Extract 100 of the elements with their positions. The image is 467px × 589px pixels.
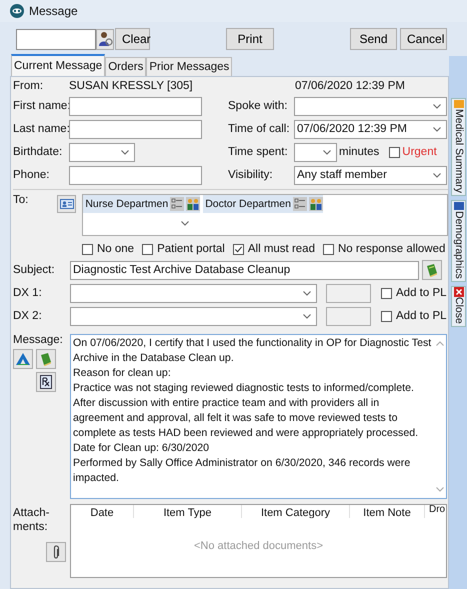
book-icon [425,263,439,277]
checkbox[interactable] [232,244,244,254]
dx-label: DX 2: [13,310,43,322]
chevron-down-icon [433,172,441,178]
prescription-button[interactable] [36,372,56,392]
triangle-icon [16,353,30,365]
dx-label: DX 1: [13,287,43,299]
chevron-down-icon [323,150,331,154]
checkbox[interactable] [322,244,334,254]
field-label: Time spent: [228,146,289,158]
people-icon[interactable] [186,197,200,211]
chevron-down-icon [181,221,190,226]
checkbox-label: Patient portal [157,243,225,255]
lookup-field[interactable] [16,28,96,50]
from-label: From: [13,80,44,92]
checkbox-label: All must read [248,243,315,255]
recipient-name: Nurse Departmen [84,198,168,210]
list-icon[interactable] [292,197,307,211]
message-paragraph: Reason for clean up: [73,366,172,381]
window-title: Message [29,4,78,18]
side-tab[interactable]: Demographics [451,200,466,282]
checkbox[interactable] [82,244,93,254]
subject-label: Subject: [13,264,56,276]
address-book-button[interactable] [56,195,76,213]
message-date: 07/06/2020 12:39 PM [295,80,405,92]
person-icon [97,31,113,47]
document-icon [40,375,52,389]
folder-icon [454,99,464,109]
cancel-button[interactable]: Cancel [400,28,447,50]
card-icon [454,201,464,212]
chevron-down-icon [433,126,441,132]
list-icon[interactable] [170,197,184,211]
side-tab[interactable]: Close [451,286,466,327]
input-field[interactable] [69,120,202,138]
close-icon [454,286,464,297]
add-to-pl-checkbox[interactable] [381,310,392,322]
triangle-button[interactable] [13,349,33,369]
people-icon[interactable] [308,197,323,211]
paperclip-icon [52,545,60,559]
sender-name: SUSAN KRESSLY [305] [69,80,193,92]
diagnosis-dropdown[interactable] [70,306,317,326]
send-button[interactable]: Send [350,28,397,50]
code-field[interactable] [326,284,371,302]
attach-button[interactable] [46,542,66,562]
message-paragraph: After discussion with entire practice team and with providers all in agreement and approval, all felt it was safe to move reviewed tests to complete as tests HAD been reviewed and were appropriately processed. [73,396,420,441]
tab[interactable]: Current Message [11,54,106,76]
field-label: First name: [13,100,69,112]
input-field[interactable] [69,96,202,116]
to-label: To: [13,194,30,206]
add-to-pl-checkbox[interactable] [381,288,392,298]
field-label: Phone: [13,169,50,181]
column-header[interactable]: Dro [425,505,446,518]
book-button[interactable] [422,260,442,280]
person-lookup-button[interactable] [96,28,114,50]
dropdown-field[interactable] [294,96,447,116]
field-label: Spoke with: [228,100,288,112]
minutes-label: minutes [339,146,380,158]
message-paragraph: On 07/06/2020, I certify that I used the functionality in OP for Diagnostic Test Archive in the Database Clean up. [73,336,432,366]
checkbox-label: No one [97,243,134,255]
urgent-checkbox[interactable] [389,146,400,158]
recipients-field[interactable]: Nurse Departmen Doctor Departmen [82,194,448,236]
print-button[interactable]: Print [226,28,274,50]
empty-message: <No attached documents> [192,540,324,552]
clear-button[interactable]: Clear [115,28,150,50]
dropdown-field[interactable]: 07/06/2020 12:39 PM [294,120,447,138]
minutes-dropdown[interactable] [294,142,337,162]
column-header[interactable]: Item Note [350,505,425,518]
message-paragraph: Practice was not staging reviewed diagnostic tests to informed/complete. [73,381,415,396]
contact-card-icon [60,199,74,209]
message-paragraph: Performed by Sally Office Administrator on 6/30/2020, 346 records were impacted. [73,456,412,486]
column-header[interactable]: Date [71,505,134,518]
subject-field[interactable]: Diagnostic Test Archive Database Cleanup [70,260,419,280]
urgent-label: Urgent [402,146,437,158]
side-tab[interactable]: Medical Summary [451,98,466,196]
checkbox[interactable] [142,244,154,254]
message-paragraph: Date for Clean up: 6/30/2020 [73,441,210,456]
input-field[interactable] [69,166,202,184]
recipient-name: Doctor Departmen [204,198,291,210]
tab[interactable]: Orders [105,57,146,76]
chevron-down-icon [303,290,311,296]
add-to-pl-label: Add to PL [396,287,447,299]
code-field[interactable] [326,306,371,326]
field-label: Time of call: [228,123,291,135]
field-label: Birthdate: [13,146,64,158]
chevron-down-icon [121,150,129,154]
dropdown-field[interactable]: Any staff member [294,166,447,184]
book-icon [39,352,53,366]
chevron-down-icon [433,104,441,108]
column-header[interactable]: Item Type [134,505,242,518]
chevron-down-icon [303,314,311,318]
add-to-pl-label: Add to PL [396,310,447,322]
diagnosis-dropdown[interactable] [70,284,317,302]
app-logo-icon [10,4,24,18]
message-label: Message: [13,334,64,346]
field-label: Visibility: [228,169,274,181]
checkbox-label: No response allowed [338,243,446,255]
tab[interactable]: Prior Messages [146,57,232,76]
date-dropdown[interactable] [69,142,135,162]
attachments-label: Attach- ments: [13,506,50,534]
column-header[interactable]: Item Category [242,505,350,518]
